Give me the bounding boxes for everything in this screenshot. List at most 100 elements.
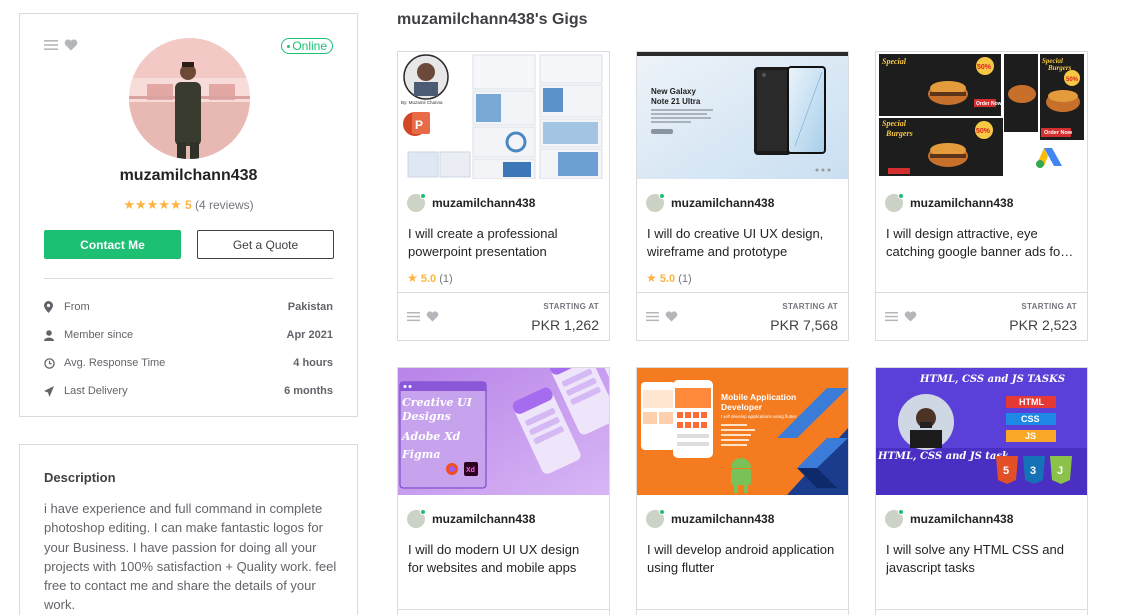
username[interactable]: muzamilchann438 (20, 167, 357, 185)
heart-icon[interactable] (665, 309, 678, 327)
gig-thumbnail[interactable]: Mobile Application Developer I will deve… (637, 368, 848, 495)
seller-name[interactable]: muzamilchann438 (432, 196, 535, 210)
thumbnail-text: 5 (1003, 465, 1009, 477)
gig-thumbnail[interactable]: Creative UI Designs Adobe Xd Figma Xd (398, 368, 609, 495)
thumbnail-caption: By: Muzamil Channa (401, 100, 443, 105)
seller-name[interactable]: muzamilchann438 (671, 512, 774, 526)
thumbnail-text: Creative UI (402, 396, 473, 409)
seller-avatar[interactable] (885, 193, 904, 212)
heart-icon[interactable] (426, 309, 439, 327)
stat-member-since: Member since Apr 2021 (44, 321, 333, 349)
seller-avatar[interactable] (407, 509, 426, 528)
rating-count: (1) (678, 273, 692, 285)
thumbnail-text: Order Now (976, 101, 1002, 107)
gig-thumbnail[interactable]: HTML, CSS and JS TASKS HTML CSS JS HTML,… (876, 368, 1087, 495)
thumbnail-text: JS (1025, 431, 1036, 441)
gig-title[interactable]: I will do creative UI UX design, wirefra… (647, 225, 837, 260)
rating-value: 5.0 (420, 273, 437, 285)
svg-text:Burgers: Burgers (1047, 64, 1072, 72)
gig-seller[interactable]: muzamilchann438 (885, 193, 1013, 212)
thumbnail-text: I will develop applications using flutte… (721, 414, 797, 419)
user-icon (44, 329, 64, 341)
gig-seller[interactable]: muzamilchann438 (646, 193, 774, 212)
thumbnail-text: HTML, CSS and JS task (877, 451, 1009, 462)
gig-title[interactable]: I will solve any HTML CSS and javascript… (886, 541, 1076, 576)
gig-price: PKR 2,523 (1009, 317, 1077, 333)
stat-last-delivery: Last Delivery 6 months (44, 377, 333, 405)
seller-avatar[interactable] (646, 193, 665, 212)
rating-value: 5 (184, 198, 192, 212)
seller-name[interactable]: muzamilchann438 (671, 196, 774, 210)
gig-card[interactable]: Special Special Burgers Special Burgers … (875, 51, 1088, 341)
gig-title[interactable]: I will develop android application using… (647, 541, 837, 576)
rating-count: (1) (439, 273, 453, 285)
rating-value: 5.0 (659, 273, 676, 285)
svg-text:50%: 50% (976, 128, 991, 135)
list-icon[interactable] (44, 38, 58, 56)
gigs-title: muzamilchann438's Gigs (397, 11, 588, 28)
stat-value: Apr 2021 (286, 329, 333, 341)
description-card: Description i have experience and full c… (19, 444, 358, 615)
gig-footer: STARTING AT PKR 1,262 (398, 292, 609, 340)
review-count[interactable]: (4 reviews) (195, 198, 254, 212)
gig-card[interactable]: By: Muzamil Channa P muzamilchann438 I w… (397, 51, 610, 341)
svg-text:50%: 50% (1066, 77, 1079, 83)
profile-card: Online muzamilchann438 ★★★★★ 5 (4 review… (19, 13, 358, 417)
thumbnail-text: HTML (1019, 397, 1044, 407)
list-icon[interactable] (885, 309, 898, 327)
thumbnail-text: Designs (401, 410, 451, 423)
gig-title[interactable]: I will create a professional powerpoint … (408, 225, 598, 260)
heart-icon[interactable] (904, 309, 917, 327)
list-icon[interactable] (646, 309, 659, 327)
contact-me-button[interactable]: Contact Me (44, 230, 181, 259)
gig-card[interactable]: Mobile Application Developer I will deve… (636, 367, 849, 615)
seller-avatar[interactable] (407, 193, 426, 212)
gig-thumbnail[interactable]: Special Special Burgers Special Burgers … (876, 52, 1087, 179)
divider (44, 278, 333, 279)
gig-footer: STARTING AT PKR 2,523 (876, 292, 1087, 340)
list-icon[interactable] (407, 309, 420, 327)
seller-name[interactable]: muzamilchann438 (910, 196, 1013, 210)
gig-card[interactable]: HTML, CSS and JS TASKS HTML CSS JS HTML,… (875, 367, 1088, 615)
seller-avatar[interactable] (885, 509, 904, 528)
get-quote-button[interactable]: Get a Quote (197, 230, 334, 259)
gig-card[interactable]: Creative UI Designs Adobe Xd Figma Xd mu… (397, 367, 610, 615)
gig-price: PKR 1,262 (531, 317, 599, 333)
description-title: Description (44, 470, 116, 485)
stat-from: From Pakistan (44, 293, 333, 321)
stat-label: Avg. Response Time (64, 357, 166, 369)
gig-title[interactable]: I will design attractive, eye catching g… (886, 225, 1076, 260)
gig-rating: ★ 5.0 (1) (407, 271, 453, 285)
gig-footer (398, 609, 609, 615)
stat-response-time: Avg. Response Time 4 hours (44, 349, 333, 377)
thumbnail-text: 3 (1030, 465, 1036, 477)
profile-rating: ★★★★★ 5 (4 reviews) (20, 197, 357, 213)
gig-thumbnail[interactable]: By: Muzamil Channa P (398, 52, 609, 179)
svg-text:P: P (415, 118, 423, 132)
stat-label: Last Delivery (64, 385, 128, 397)
gig-footer (637, 609, 848, 615)
stat-label: Member since (64, 329, 134, 341)
gig-card[interactable]: New Galaxy Note 21 Ultra muzamilchann438… (636, 51, 849, 341)
seller-name[interactable]: muzamilchann438 (432, 512, 535, 526)
thumbnail-text: Burgers (885, 129, 913, 138)
seller-name[interactable]: muzamilchann438 (910, 512, 1013, 526)
thumbnail-heading: HTML, CSS and JS TASKS (919, 374, 1065, 385)
avatar[interactable] (129, 38, 250, 159)
thumbnail-text: Special (882, 57, 907, 66)
gig-title[interactable]: I will do modern UI UX design for websit… (408, 541, 598, 576)
thumbnail-text: 50% (977, 64, 992, 71)
seller-avatar[interactable] (646, 509, 665, 528)
heart-icon[interactable] (64, 38, 78, 56)
gig-rating: ★ 5.0 (1) (646, 271, 692, 285)
gig-footer (876, 609, 1087, 615)
svg-text:Special: Special (882, 119, 907, 128)
gig-seller[interactable]: muzamilchann438 (885, 509, 1013, 528)
profile-stats: From Pakistan Member since Apr 2021 Avg.… (44, 293, 333, 405)
gig-seller[interactable]: muzamilchann438 (407, 509, 535, 528)
gig-seller[interactable]: muzamilchann438 (646, 509, 774, 528)
starting-at-label: STARTING AT (1021, 302, 1077, 311)
gig-seller[interactable]: muzamilchann438 (407, 193, 535, 212)
gig-thumbnail[interactable]: New Galaxy Note 21 Ultra (637, 52, 848, 179)
stat-value: 6 months (284, 385, 333, 397)
